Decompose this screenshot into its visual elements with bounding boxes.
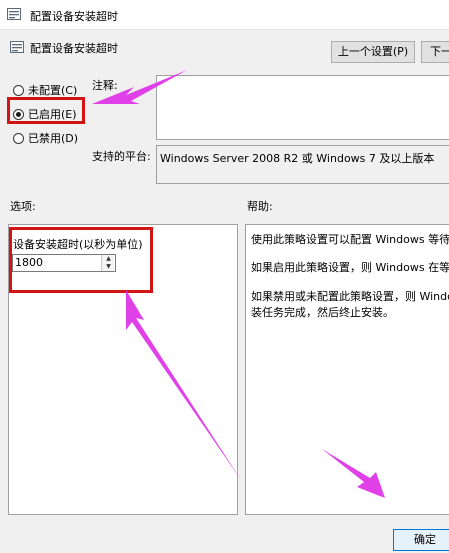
annotation-arrows — [92, 70, 385, 498]
arrow-to-timeout-icon — [126, 290, 241, 480]
arrow-to-enabled-icon — [92, 70, 187, 104]
arrow-to-ok-icon — [322, 449, 385, 498]
